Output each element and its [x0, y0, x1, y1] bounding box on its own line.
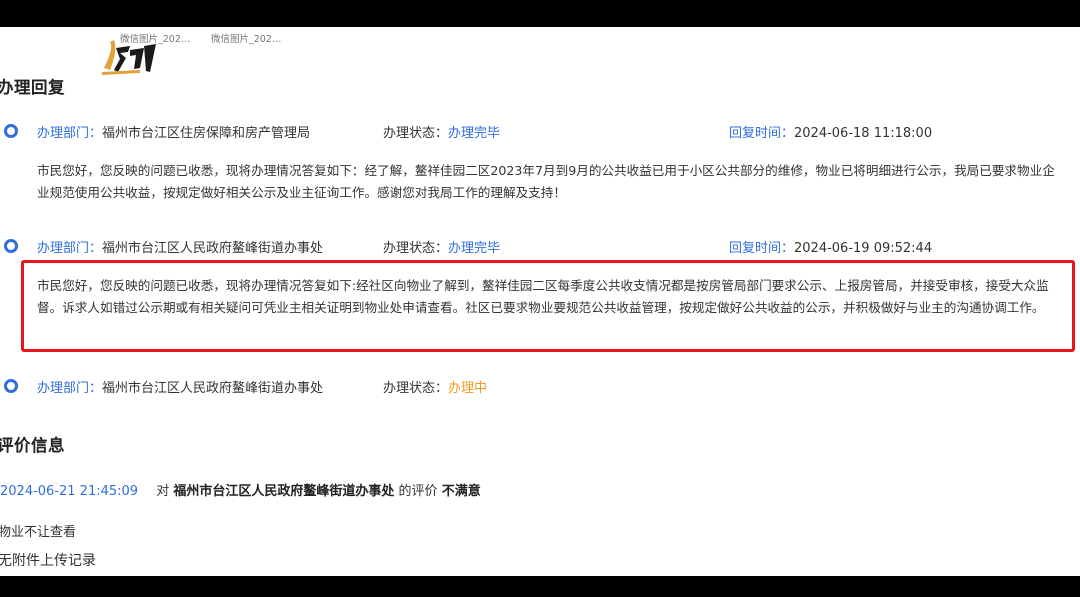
evaluation-dept: 福州市台江区人民政府鳌峰街道办事处 — [173, 484, 395, 499]
attachment-note: 无附件上传记录 — [0, 553, 96, 569]
top-black-bar — [0, 0, 1080, 27]
record-2-timeline-dot — [4, 239, 18, 253]
evaluation-comment: 物业不让查看 — [0, 525, 77, 540]
record-1-reply: 市民您好，您反映的问题已收悉，现将办理情况答复如下：经了解，鳌祥佳园二区2023… — [37, 163, 1055, 200]
dept-label: 办理部门： — [37, 126, 103, 141]
attachment-1-name[interactable]: 微信图片_202… — [120, 31, 190, 45]
record-1-status: 办理状态：办理完毕 — [383, 122, 500, 141]
status-label: 办理状态： — [383, 241, 449, 256]
record-3-status: 办理状态：办理中 — [383, 377, 487, 396]
time-value: 2024-06-19 09:52:44 — [794, 241, 933, 256]
time-label: 回复时间： — [729, 241, 795, 256]
time-label: 回复时间： — [729, 126, 795, 141]
attachment-2-name[interactable]: 微信图片_202… — [211, 31, 281, 45]
evaluation-line: 2024-06-21 21:45:09 对 福州市台江区人民政府鳌峰街道办事处 … — [0, 480, 481, 499]
evaluation-section-title: 评价信息 — [0, 436, 65, 455]
record-3-timeline-dot — [4, 379, 18, 393]
record-2-time: 回复时间：2024-06-19 09:52:44 — [729, 237, 932, 256]
record-1-time: 回复时间：2024-06-18 11:18:00 — [729, 122, 932, 141]
time-value: 2024-06-18 11:18:00 — [794, 126, 933, 141]
status-value: 办理完毕 — [448, 126, 501, 141]
evaluation-time: 2024-06-21 21:45:09 — [0, 484, 139, 499]
status-label: 办理状态： — [383, 381, 449, 396]
status-value: 办理完毕 — [448, 241, 501, 256]
dept-label: 办理部门： — [37, 381, 103, 396]
record-1-timeline-dot — [4, 124, 18, 138]
evaluation-result: 不满意 — [441, 484, 481, 499]
record-2-dept: 办理部门：福州市台江区人民政府鳌峰街道办事处 — [37, 237, 323, 256]
evaluation-pre: 对 — [156, 484, 170, 499]
record-2-reply: 市民您好，您反映的问题已收悉，现将办理情况答复如下:经社区向物业了解到，鳌祥佳园… — [37, 278, 1049, 315]
dept-value: 福州市台江区人民政府鳌峰街道办事处 — [102, 381, 324, 396]
evaluation-mid: 的评价 — [398, 484, 438, 499]
dept-label: 办理部门： — [37, 241, 103, 256]
dept-value: 福州市台江区人民政府鳌峰街道办事处 — [102, 241, 324, 256]
record-3-dept: 办理部门：福州市台江区人民政府鳌峰街道办事处 — [37, 377, 323, 396]
record-1-dept: 办理部门：福州市台江区住房保障和房产管理局 — [37, 122, 310, 141]
handling-section-title: 办理回复 — [0, 78, 65, 97]
dept-value: 福州市台江区住房保障和房产管理局 — [102, 126, 311, 141]
status-label: 办理状态： — [383, 126, 449, 141]
record-2-status: 办理状态：办理完毕 — [383, 237, 500, 256]
bottom-black-bar — [0, 576, 1080, 597]
status-value: 办理中 — [448, 381, 488, 396]
